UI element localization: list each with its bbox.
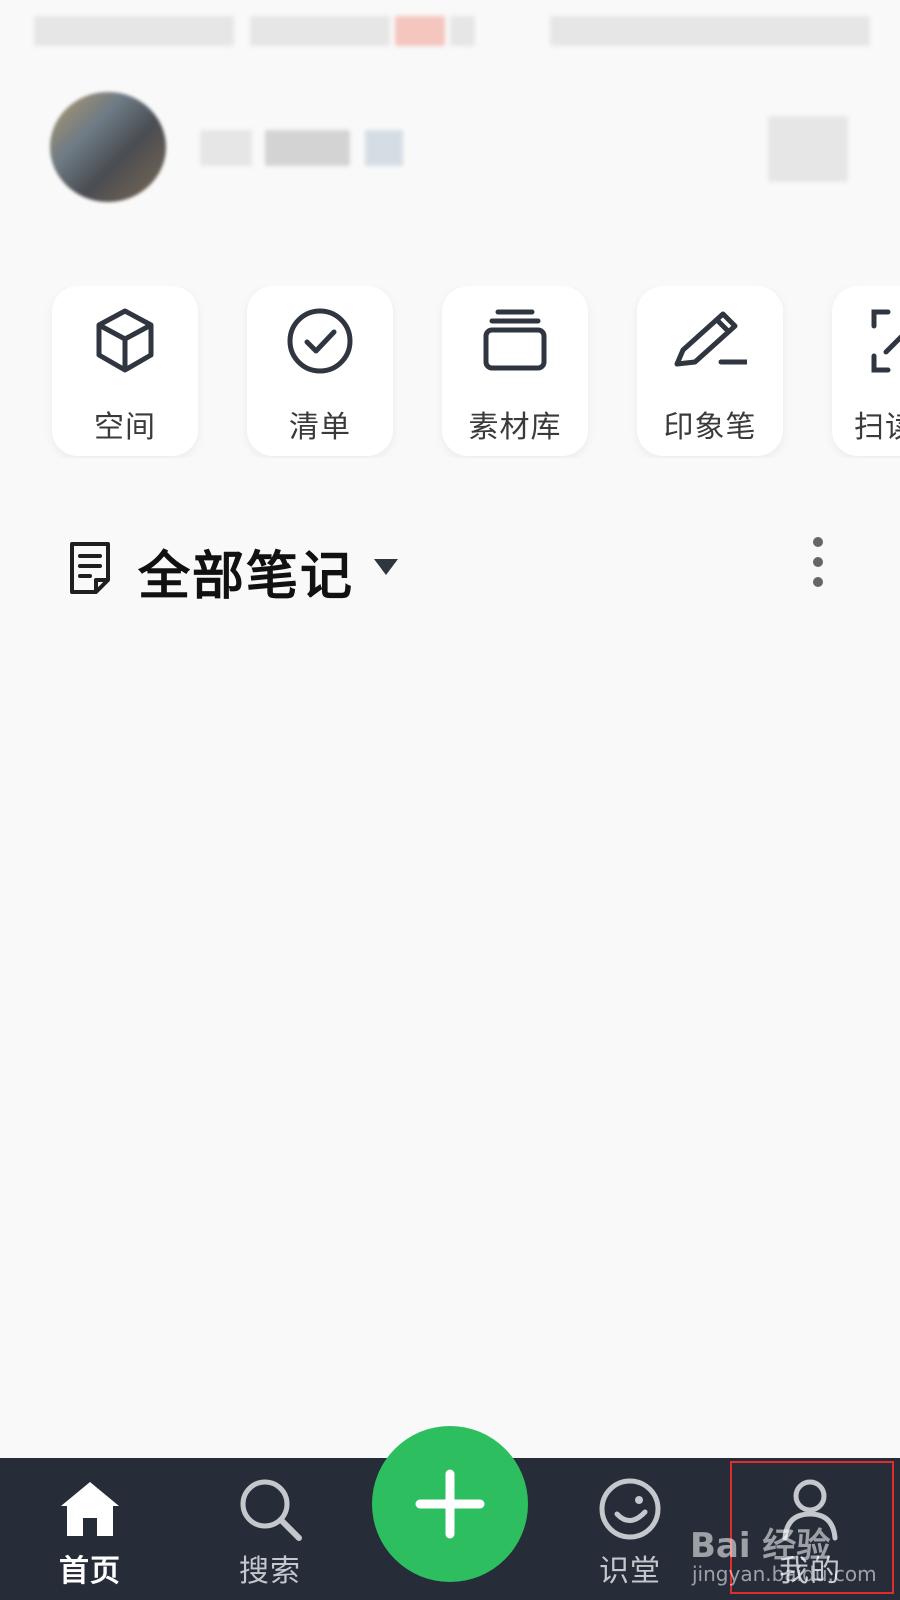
status-bar — [0, 0, 900, 64]
add-note-button[interactable] — [372, 1426, 528, 1582]
quick-action-checklist[interactable]: 清单 — [247, 286, 393, 456]
nav-label: 识堂 — [599, 1554, 661, 1589]
more-vertical-icon[interactable] — [806, 534, 830, 590]
nav-item-academy[interactable]: 识堂 — [550, 1458, 710, 1600]
nav-label: 首页 — [59, 1554, 121, 1589]
document-icon — [70, 542, 110, 594]
search-icon — [240, 1479, 302, 1541]
check-circle-icon — [287, 308, 353, 374]
avatar[interactable] — [50, 92, 166, 202]
caret-down-icon[interactable] — [372, 556, 400, 578]
quick-action-label: 扫读 — [854, 410, 900, 445]
scan-icon — [871, 309, 900, 373]
quick-action-label: 素材库 — [468, 410, 562, 445]
pen-icon — [674, 311, 747, 367]
nav-label: 搜索 — [239, 1554, 301, 1589]
nav-item-search[interactable]: 搜索 — [190, 1458, 350, 1600]
header-action-icon[interactable] — [768, 116, 848, 182]
cube-icon — [96, 308, 154, 373]
quick-action-label: 印象笔 — [663, 410, 757, 445]
smile-circle-icon — [599, 1478, 661, 1540]
quick-action-library[interactable]: 素材库 — [442, 286, 588, 456]
quick-action-space[interactable]: 空间 — [52, 286, 198, 456]
stack-icon — [483, 309, 547, 371]
plus-icon — [415, 1469, 485, 1539]
notes-title[interactable]: 全部笔记 — [138, 534, 354, 609]
watermark: Bai 经验 jingyan.baidu.com — [690, 1518, 900, 1598]
quick-action-label: 空间 — [94, 410, 156, 445]
quick-action-label: 清单 — [289, 410, 351, 445]
quick-actions-row: 空间 清单 素材库 印象笔 扫读 — [0, 286, 900, 458]
home-icon — [61, 1482, 119, 1536]
quick-action-pen[interactable]: 印象笔 — [637, 286, 783, 456]
nav-item-home[interactable]: 首页 — [10, 1458, 170, 1600]
quick-action-scan[interactable]: 扫读 — [832, 286, 900, 456]
watermark-url: jingyan.baidu.com — [692, 1562, 877, 1586]
notes-header: 全部笔记 — [66, 530, 846, 607]
watermark-logo: Bai 经验 — [690, 1526, 831, 1566]
